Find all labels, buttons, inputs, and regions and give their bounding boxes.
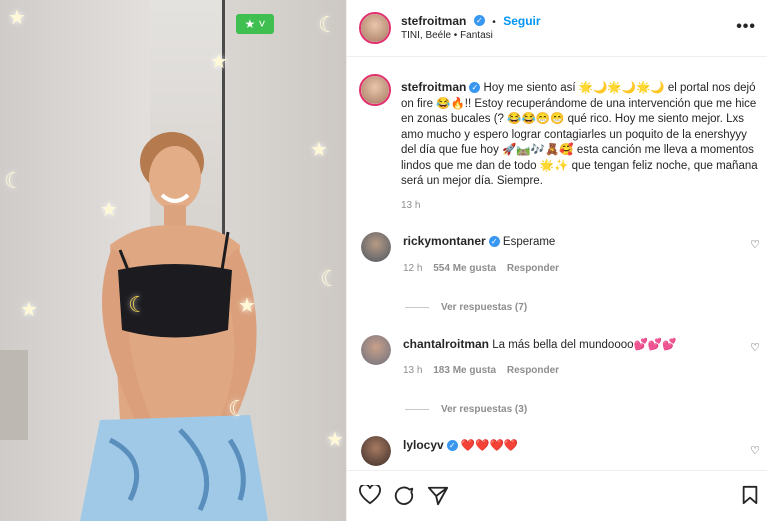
caption-text: Hoy me siento así 🌟🌙🌟🌙🌟🌙 el portal nos d… [401,82,758,187]
comment-row: lylocyv ✓ ❤️❤️❤️❤️ [403,438,518,455]
view-replies-label: Ver respuestas (3) [441,404,528,415]
sticker-star-icon: ★ [326,429,344,451]
comment-meta: 13 h 183 Me gusta Responder [403,365,559,376]
comment-icon[interactable] [393,485,415,507]
comment-text: ❤️❤️❤️❤️ [460,440,519,452]
like-comment-icon[interactable]: ♡ [750,444,760,457]
comment-username[interactable]: lylocyv [403,438,444,452]
comment-row: rickymontaner ✓ Esperame [403,234,555,251]
reply-button[interactable]: Responder [507,365,559,376]
sticker-moon-icon: ☾ [128,292,148,317]
view-replies-button[interactable]: Ver respuestas (3) [405,404,527,415]
caption: stefroitman ✓ Hoy me siento así 🌟🌙🌟🌙🌟🌙 el… [401,80,759,190]
post-panel: stefroitman ✓ • Seguir TINI, Beéle • Fan… [346,0,767,521]
sticker-star-icon: ★ [210,51,228,73]
comment-username[interactable]: rickymontaner [403,234,486,248]
author-username[interactable]: stefroitman [401,14,466,28]
sticker-star-icon: ★ [8,7,26,29]
divider [405,409,429,410]
sticker-moon-icon: ☾ [228,396,248,421]
comment-text: Esperame [502,236,556,248]
reply-button[interactable]: Responder [507,263,559,274]
comment-avatar[interactable] [361,232,391,262]
verified-icon: ✓ [446,440,458,452]
chevron-down-icon: ˅ [255,17,266,31]
like-comment-icon[interactable]: ♡ [750,238,760,251]
sticker-star-icon: ★ [100,199,118,221]
post-header: stefroitman ✓ • Seguir TINI, Beéle • Fan… [347,0,767,57]
caption-avatar[interactable] [359,74,391,106]
post-image[interactable]: ★ ☾ ★ ★ ☾ ★ ☾ ★ ☾ ★ ★ ☾ ★ ˅ [0,0,346,521]
star-icon: ★ [244,17,256,31]
comment-time: 13 h [403,365,423,376]
more-options-icon[interactable]: ••• [736,18,756,36]
person-figure [80,132,268,521]
comment-likes[interactable]: 554 Me gusta [433,263,496,274]
bookmark-icon[interactable] [741,485,759,505]
sticker-moon-icon: ☾ [4,168,24,193]
comment-time: 12 h [403,263,423,274]
author-line: stefroitman ✓ • Seguir [401,12,541,30]
verified-icon: ✓ [488,236,500,248]
heart-icon[interactable] [359,485,381,505]
author-avatar[interactable] [359,12,391,44]
view-replies-label: Ver respuestas (7) [441,302,528,313]
music-subtitle[interactable]: TINI, Beéle • Fantasi [401,30,493,41]
comment-likes[interactable]: 183 Me gusta [433,365,496,376]
caption-time: 13 h [401,200,421,211]
verified-icon: ✓ [469,82,481,94]
comment-avatar[interactable] [361,335,391,365]
sticker-moon-icon: ☾ [320,266,340,291]
caption-username[interactable]: stefroitman [401,80,466,94]
sticker-star-icon: ★ [238,295,256,317]
sticker-moon-icon: ☾ [318,12,338,37]
sticker-star-icon: ★ [20,299,38,321]
action-bar [347,470,767,522]
view-replies-button[interactable]: Ver respuestas (7) [405,302,527,313]
comment-meta: 12 h 554 Me gusta Responder [403,263,559,274]
divider [405,307,429,308]
comment-username[interactable]: chantalroitman [403,337,489,351]
comment-row: chantalroitman La más bella del mundoooo… [403,337,676,354]
comment-text: La más bella del mundoooo💕💕💕 [492,339,677,351]
green-tag[interactable]: ★ ˅ [236,14,274,34]
like-comment-icon[interactable]: ♡ [750,341,760,354]
comment-avatar[interactable] [361,436,391,466]
sticker-star-icon: ★ [310,139,328,161]
verified-icon: ✓ [473,15,485,27]
follow-button[interactable]: Seguir [503,14,540,28]
share-icon[interactable] [427,485,449,507]
separator: • [492,17,496,28]
